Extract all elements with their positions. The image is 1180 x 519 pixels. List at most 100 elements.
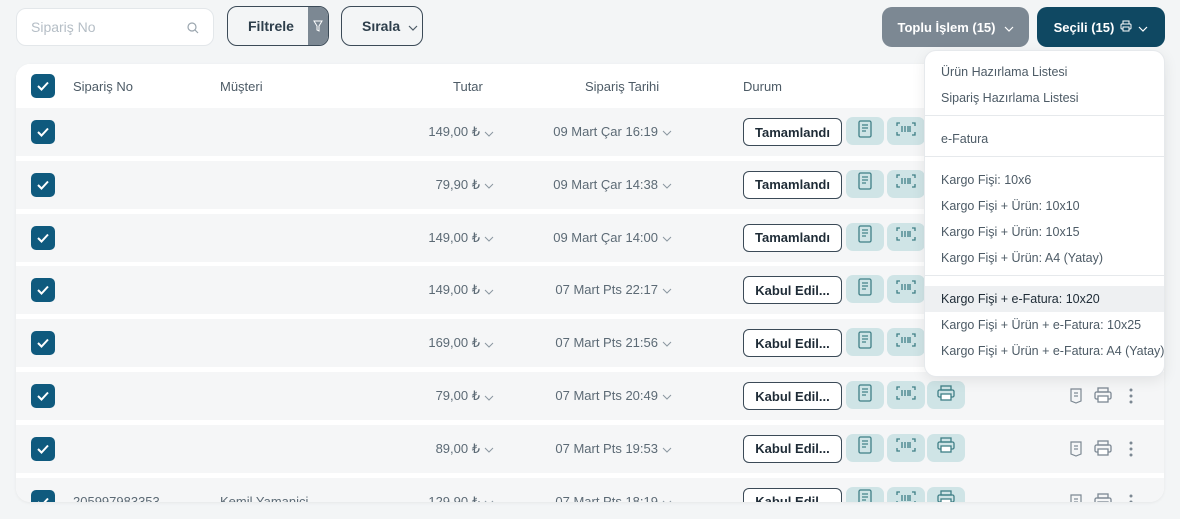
status-button[interactable]: Tamamlandı <box>743 170 842 199</box>
barcode-button[interactable] <box>887 117 925 145</box>
header-order-no[interactable]: Sipariş No <box>73 79 133 94</box>
printer-icon[interactable] <box>1094 440 1112 461</box>
sort-button[interactable]: Sırala <box>341 6 423 46</box>
order-date[interactable]: 07 Mart Pts 22:17 <box>555 282 672 297</box>
order-number[interactable]: 205997983353 <box>73 494 160 502</box>
printer-icon <box>937 384 955 406</box>
chevron-down-icon <box>484 389 494 404</box>
row-checkbox[interactable] <box>31 436 55 461</box>
funnel-icon[interactable] <box>308 7 328 45</box>
dropdown-divider <box>925 115 1164 116</box>
invoice-button[interactable] <box>846 275 884 304</box>
barcode-button[interactable] <box>887 169 925 198</box>
print-options-dropdown: Ürün Hazırlama Listesi Sipariş Hazırlama … <box>924 50 1165 377</box>
status-button[interactable]: Kabul Edil... <box>743 382 842 410</box>
print-button[interactable] <box>927 433 965 462</box>
label-icon[interactable] <box>1068 439 1084 462</box>
print-button[interactable] <box>927 381 965 409</box>
filter-button[interactable]: Filtrele <box>227 6 329 46</box>
select-all-checkbox[interactable] <box>31 74 55 98</box>
order-date[interactable]: 07 Mart Pts 21:56 <box>555 335 672 350</box>
printer-icon[interactable] <box>1094 492 1112 502</box>
bulk-action-button[interactable]: Toplu İşlem (15) <box>882 7 1029 47</box>
invoice-button[interactable] <box>846 433 884 462</box>
table-row[interactable]: 79,00 ₺ 07 Mart Pts 20:49 Kabul Edil... <box>16 372 1164 420</box>
row-checkbox[interactable] <box>31 489 55 502</box>
sort-label: Sırala <box>362 18 401 34</box>
row-checkbox[interactable] <box>31 225 55 250</box>
invoice-button[interactable] <box>846 169 884 198</box>
invoice-button[interactable] <box>846 328 884 357</box>
dropdown-item[interactable]: Kargo Fişi + Ürün + e-Fatura: A4 (Yatay) <box>925 338 1164 364</box>
dropdown-item[interactable]: Ürün Hazırlama Listesi <box>925 59 1164 85</box>
dropdown-item[interactable]: Kargo Fişi + Ürün + e-Fatura: 10x25 <box>925 312 1164 338</box>
order-date[interactable]: 07 Mart Pts 20:49 <box>555 388 672 403</box>
amount-value: 79,00 ₺ <box>435 388 480 403</box>
label-icon[interactable] <box>1068 492 1084 502</box>
order-amount[interactable]: 149,00 ₺ <box>428 124 494 140</box>
header-date[interactable]: Sipariş Tarihi <box>585 79 659 94</box>
search-icon[interactable] <box>187 21 199 39</box>
dropdown-item[interactable]: Sipariş Hazırlama Listesi <box>925 85 1164 111</box>
search-input[interactable] <box>29 18 183 36</box>
barcode-button[interactable] <box>887 275 925 304</box>
dropdown-item[interactable]: Kargo Fişi + Ürün: 10x15 <box>925 219 1164 245</box>
invoice-button[interactable] <box>846 222 884 251</box>
barcode-icon <box>896 385 916 405</box>
search-box[interactable] <box>16 8 214 46</box>
barcode-button[interactable] <box>887 433 925 462</box>
more-options-icon[interactable] <box>1129 388 1133 409</box>
order-date[interactable]: 09 Mart Çar 14:38 <box>553 177 672 192</box>
order-amount[interactable]: 79,90 ₺ <box>436 177 494 193</box>
order-date[interactable]: 09 Mart Çar 14:00 <box>553 230 672 245</box>
header-amount[interactable]: Tutar <box>453 79 483 94</box>
row-checkbox[interactable] <box>31 331 55 356</box>
invoice-button[interactable] <box>846 381 884 409</box>
dropdown-item[interactable]: Kargo Fişi + Ürün: 10x10 <box>925 193 1164 219</box>
amount-value: 129,90 ₺ <box>428 493 480 502</box>
amount-value: 149,00 ₺ <box>428 282 480 298</box>
more-options-icon[interactable] <box>1129 494 1133 502</box>
table-row[interactable]: 205997983353 Kemil Yamaniçi 129,90 ₺ 07 Mar… <box>16 477 1164 502</box>
order-amount[interactable]: 169,00 ₺ <box>428 335 494 351</box>
printer-icon[interactable] <box>1094 387 1112 408</box>
dropdown-item[interactable]: Kargo Fişi + e-Fatura: 10x20 <box>925 286 1164 312</box>
order-date[interactable]: 09 Mart Çar 16:19 <box>553 124 672 139</box>
order-date[interactable]: 07 Mart Pts 18:19 <box>555 494 672 502</box>
order-amount[interactable]: 89,00 ₺ <box>436 441 494 457</box>
date-value: 07 Mart Pts 20:49 <box>555 388 658 403</box>
status-button[interactable]: Kabul Edil... <box>743 434 842 463</box>
status-button[interactable]: Tamamlandı <box>743 118 842 146</box>
table-row[interactable]: 89,00 ₺ 07 Mart Pts 19:53 Kabul Edil... <box>16 424 1164 473</box>
row-checkbox[interactable] <box>31 278 55 303</box>
row-checkbox[interactable] <box>31 172 55 197</box>
status-button[interactable]: Tamamlandı <box>743 223 842 252</box>
status-button[interactable]: Kabul Edil... <box>743 329 842 358</box>
status-button[interactable]: Kabul Edil... <box>743 487 842 502</box>
more-options-icon[interactable] <box>1129 441 1133 462</box>
order-amount[interactable]: 79,00 ₺ <box>436 388 494 404</box>
dropdown-item[interactable]: Kargo Fişi: 10x6 <box>925 167 1164 193</box>
header-customer[interactable]: Müşteri <box>220 79 263 94</box>
invoice-button[interactable] <box>846 117 884 145</box>
row-checkbox[interactable] <box>31 120 55 144</box>
label-icon[interactable] <box>1068 386 1084 409</box>
invoice-button[interactable] <box>846 486 884 502</box>
customer-name[interactable]: Kemil Yamaniçi <box>220 494 308 502</box>
order-amount[interactable]: 129,90 ₺ <box>428 494 494 502</box>
row-checkbox[interactable] <box>31 384 55 408</box>
order-amount[interactable]: 149,00 ₺ <box>428 282 494 298</box>
print-button[interactable] <box>927 486 965 502</box>
barcode-button[interactable] <box>887 381 925 409</box>
order-amount[interactable]: 149,00 ₺ <box>428 230 494 246</box>
header-status[interactable]: Durum <box>743 79 782 94</box>
dropdown-item[interactable]: e-Fatura <box>925 126 1164 152</box>
dropdown-item[interactable]: Kargo Fişi + Ürün: A4 (Yatay) <box>925 245 1164 271</box>
barcode-button[interactable] <box>887 328 925 357</box>
barcode-button[interactable] <box>887 222 925 251</box>
chevron-down-icon <box>408 18 418 34</box>
order-date[interactable]: 07 Mart Pts 19:53 <box>555 441 672 456</box>
selected-print-button[interactable]: Seçili (15) <box>1037 7 1165 47</box>
status-button[interactable]: Kabul Edil... <box>743 276 842 305</box>
barcode-button[interactable] <box>887 486 925 502</box>
